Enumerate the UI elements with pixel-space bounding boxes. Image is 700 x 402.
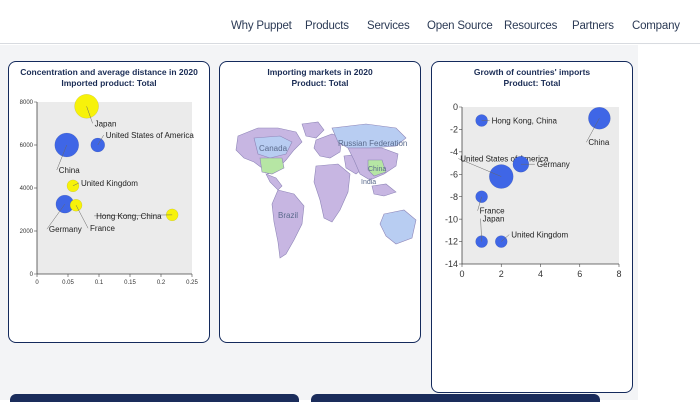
y-tick-label: 8000: [20, 100, 34, 106]
y-tick-label: 6000: [20, 143, 34, 149]
y-tick-label: -2: [450, 125, 458, 135]
x-tick-label: 0: [459, 269, 464, 279]
point-label: Japan: [95, 119, 117, 128]
bubble-united-kingdom[interactable]: [66, 179, 80, 193]
point-label: Germany: [537, 160, 570, 169]
point-label: United States of America: [106, 131, 195, 140]
point-label: France: [90, 224, 115, 233]
point-label: United Kingdom: [511, 231, 568, 240]
concentration-scatter-chart: 0 0.05 0.1 0.15 0.2 0.25 0 2000 4000 6000 8000 Japa…: [20, 94, 198, 286]
point-label: United States of America: [460, 155, 549, 164]
map-label-china: China: [368, 166, 386, 173]
point-label: China: [59, 166, 80, 175]
usa-region: [259, 157, 285, 175]
bottom-card-right: [311, 394, 600, 402]
point-label: United Kingdom: [81, 179, 138, 188]
map-label-canada: Canada: [259, 144, 288, 153]
central-america-region: [265, 173, 283, 191]
y-tick-label: 0: [30, 272, 34, 278]
nav-open-source[interactable]: Open Source: [427, 20, 493, 32]
y-tick-label: 4000: [20, 186, 34, 192]
y-tick-label: -6: [450, 169, 458, 179]
point-label: Hong Kong, China: [96, 212, 162, 221]
x-tick-label: 0.2: [157, 280, 166, 286]
x-tick-label: 0.15: [124, 280, 136, 286]
australia-region: [379, 209, 417, 245]
point-label: Hong Kong, China: [492, 116, 558, 125]
y-tick-label: -4: [450, 147, 458, 157]
nav-partners[interactable]: Partners: [572, 20, 614, 32]
x-tick-label: 6: [577, 269, 582, 279]
point-label: Japan: [483, 215, 505, 224]
x-tick-label: 8: [616, 269, 621, 279]
nav-company[interactable]: Company: [632, 20, 680, 32]
point-label: China: [588, 138, 609, 147]
africa-region: [313, 163, 351, 223]
growth-chart-card: Growth of countries' imports Product: To…: [431, 61, 633, 393]
south-america-region: [271, 189, 305, 259]
growth-scatter-chart: 0 2 4 6 8 0 -2 -4 -6 -8 -10 -12 -14 Hong Kong, China C…: [445, 102, 622, 279]
nav-services[interactable]: Services: [367, 20, 410, 32]
greenland-region: [301, 121, 325, 139]
y-tick-label: -14: [445, 259, 458, 269]
top-navigation: Why Puppet Products Services Open Source…: [0, 0, 700, 44]
map-label-india: India: [361, 179, 376, 186]
map-label-brazil: Brazil: [278, 211, 298, 220]
y-tick-label: 2000: [20, 229, 34, 235]
bottom-card-left: [10, 394, 299, 402]
world-map: Canada Russian Federation China India Br…: [235, 121, 417, 259]
nav-resources[interactable]: Resources: [504, 20, 557, 32]
importing-markets-card: Importing markets in 2020 Product: Total…: [219, 61, 421, 343]
map-label-russia: Russian Federation: [338, 139, 407, 148]
x-tick-label: 2: [499, 269, 504, 279]
y-tick-label: -10: [445, 214, 458, 224]
x-tick-label: 0.25: [186, 280, 198, 286]
nav-products[interactable]: Products: [305, 20, 349, 32]
x-tick-label: 0.05: [62, 280, 74, 286]
y-tick-label: -8: [450, 192, 458, 202]
nav-why-puppet[interactable]: Why Puppet: [231, 20, 292, 32]
y-tick-label: 0: [453, 102, 458, 112]
x-tick-label: 0.1: [95, 280, 104, 286]
concentration-chart-card: Concentration and average distance in 20…: [8, 61, 210, 343]
x-tick-label: 4: [538, 269, 543, 279]
x-tick-label: 0: [35, 280, 39, 286]
y-tick-label: -12: [445, 237, 458, 247]
point-label: Germany: [49, 225, 82, 234]
